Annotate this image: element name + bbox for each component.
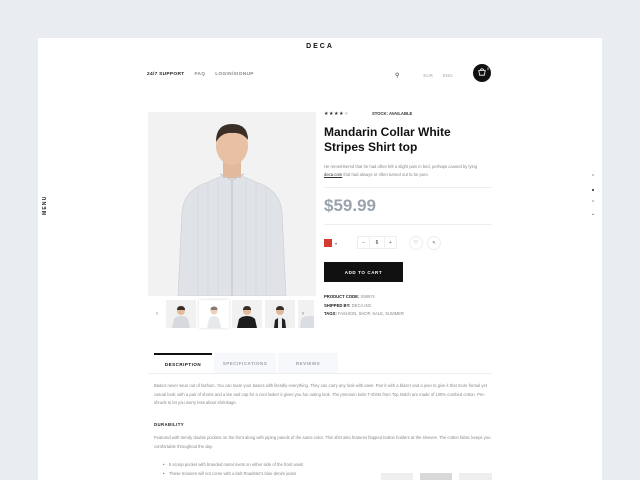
thumbnail[interactable] bbox=[166, 300, 196, 328]
product-code-label: PRODUCT CODE: bbox=[324, 294, 360, 299]
chevron-down-icon[interactable]: ⌄ bbox=[591, 211, 595, 217]
quantity-value[interactable]: 6 bbox=[370, 236, 384, 249]
product-title: Mandarin Collar White Stripes Shirt top bbox=[324, 125, 451, 154]
add-to-cart-button[interactable]: ADD TO CART bbox=[324, 262, 403, 282]
shipped-by[interactable]: DECA.INC bbox=[352, 303, 372, 308]
page-card bbox=[38, 38, 602, 480]
description-paragraph: Basics never wear out of fashion. You ca… bbox=[154, 383, 487, 406]
list-item: 5 scoop pocket with branded metal rivets… bbox=[163, 460, 363, 469]
share-button[interactable]: < bbox=[427, 236, 441, 250]
description-text: He remembered that he had often felt a s… bbox=[324, 164, 478, 169]
shipped-by-label: SHIPPED BY: bbox=[324, 302, 351, 308]
detail-image[interactable] bbox=[459, 473, 492, 480]
section-dot[interactable] bbox=[592, 200, 594, 202]
chevron-left-icon[interactable]: ‹ bbox=[148, 311, 166, 317]
rating-stars: ★★★★★ bbox=[324, 111, 349, 117]
product-meta: PRODUCT CODE: S5997s SHIPPED BY: DECA.IN… bbox=[324, 293, 404, 319]
cart-icon bbox=[478, 68, 486, 78]
share-icon: < bbox=[432, 240, 436, 246]
tab-specifications[interactable]: SPECIFICATIONS bbox=[214, 353, 276, 373]
list-item: These trousers will not come with a belt… bbox=[163, 469, 363, 478]
durability-paragraph: Featured with trendy double pockets on t… bbox=[154, 435, 491, 449]
brand-logo[interactable]: DECA bbox=[0, 43, 640, 50]
nav-login-link[interactable]: LOGIN/SIGNUP bbox=[215, 72, 254, 77]
menu-label: MENU bbox=[42, 195, 48, 215]
decrease-button[interactable]: – bbox=[357, 236, 370, 249]
currency-select[interactable]: EUR bbox=[423, 73, 433, 78]
chevron-down-icon: ▾ bbox=[335, 240, 338, 246]
star-icon: ★ bbox=[343, 111, 349, 117]
product-tabs: DESCRIPTION SPECIFICATIONS REVIEWS bbox=[154, 353, 340, 373]
durability-heading: DURABILITY bbox=[154, 422, 185, 427]
side-menu-toggle[interactable]: MENU bbox=[40, 185, 52, 215]
chevron-right-icon[interactable]: › bbox=[294, 311, 312, 317]
product-price: $59.99 bbox=[324, 196, 376, 215]
description-text: that had always or often turned out to b… bbox=[343, 172, 429, 177]
color-swatch bbox=[324, 239, 332, 247]
divider bbox=[324, 187, 492, 188]
thumbnail[interactable] bbox=[265, 300, 295, 328]
cart-button[interactable]: 0 bbox=[473, 64, 491, 82]
product-code: S5997s bbox=[360, 294, 375, 299]
divider bbox=[148, 373, 492, 374]
section-dots: ⌃ ⌄ bbox=[590, 174, 596, 217]
description-link[interactable]: deca.com bbox=[324, 172, 342, 177]
heart-icon: ♡ bbox=[413, 240, 419, 246]
nav-faq-link[interactable]: FAQ bbox=[194, 72, 205, 77]
wishlist-button[interactable]: ♡ bbox=[409, 236, 423, 250]
language-select[interactable]: ENG bbox=[443, 73, 453, 78]
thumbnail-strip: ‹ › bbox=[148, 299, 316, 329]
detail-image[interactable] bbox=[381, 473, 413, 480]
tags[interactable]: FASHION, SHOP, SALE, SUMMER bbox=[338, 311, 404, 316]
product-description: He remembered that he had often felt a s… bbox=[324, 163, 494, 179]
stock-status: STOCK: AVAILABLE bbox=[372, 111, 413, 116]
cart-count: 0 bbox=[487, 67, 489, 71]
feature-list: 5 scoop pocket with branded metal rivets… bbox=[163, 460, 363, 478]
detail-image[interactable] bbox=[420, 473, 452, 480]
quantity-stepper: – 6 + bbox=[357, 236, 397, 249]
product-photo bbox=[148, 112, 316, 296]
color-select[interactable]: ▾ bbox=[324, 237, 346, 249]
tab-description[interactable]: DESCRIPTION bbox=[154, 353, 212, 373]
divider bbox=[324, 224, 492, 225]
top-nav: 24/7 SUPPORT FAQ LOGIN/SIGNUP bbox=[147, 72, 254, 77]
utility-nav: ⚲ EUR ENG bbox=[395, 72, 453, 79]
search-icon[interactable]: ⚲ bbox=[395, 72, 399, 79]
increase-button[interactable]: + bbox=[384, 236, 397, 249]
thumbnail[interactable] bbox=[199, 300, 229, 328]
chevron-up-icon[interactable]: ⌃ bbox=[591, 174, 595, 180]
tab-reviews[interactable]: REVIEWS bbox=[278, 353, 338, 373]
tags-label: TAGS: bbox=[324, 311, 337, 316]
thumbnail[interactable] bbox=[232, 300, 262, 328]
section-dot[interactable] bbox=[592, 189, 594, 191]
nav-support-link[interactable]: 24/7 SUPPORT bbox=[147, 72, 184, 77]
